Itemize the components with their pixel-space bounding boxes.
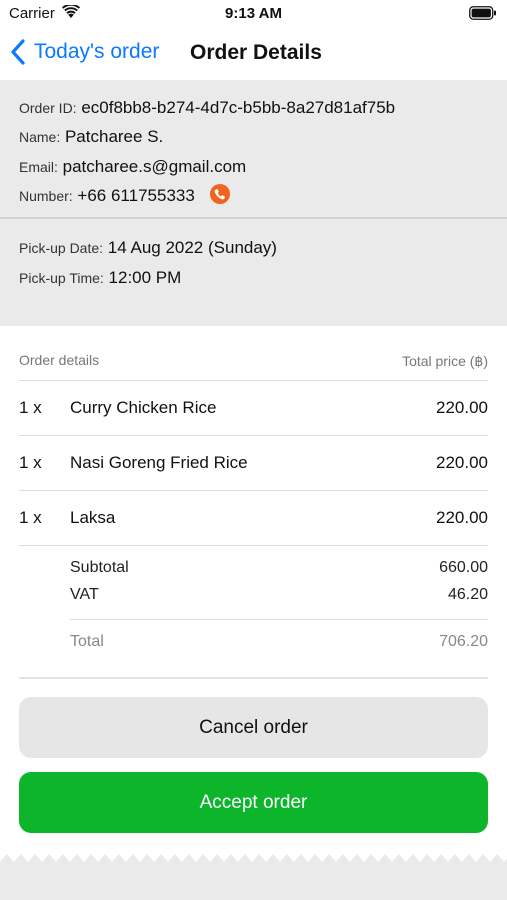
divider (19, 435, 488, 436)
divider (19, 380, 488, 381)
order-details-heading: Order details (19, 352, 100, 368)
divider (19, 490, 488, 491)
divider (19, 677, 488, 679)
pickup-time-row: Pick-up Time: 12:00 PM (19, 268, 181, 288)
subtotal-value: 660.00 (439, 559, 488, 576)
page-title: Order Details (190, 41, 322, 64)
receipt-edge-bottom (0, 854, 507, 900)
total-row: Total 706.20 (70, 633, 488, 651)
customer-number-label: Number: (19, 188, 73, 204)
total-price-heading: Total price (฿) (402, 353, 488, 369)
back-button[interactable]: Today's order (10, 39, 159, 65)
phone-call-icon[interactable] (209, 184, 230, 204)
order-id-label: Order ID: (19, 100, 77, 116)
pickup-date-label: Pick-up Date: (19, 240, 104, 256)
pickup-time-value: 12:00 PM (108, 268, 182, 287)
customer-number-row: Number: +66 611755333 (19, 184, 230, 206)
status-bar: Carrier 9:13 AM (0, 0, 507, 28)
item-quantity: 1 x (19, 453, 42, 472)
pickup-date-row: Pick-up Date: 14 Aug 2022 (Sunday) (19, 238, 277, 258)
cancel-order-button[interactable]: Cancel order (19, 697, 488, 758)
vat-row: VAT 46.20 (70, 586, 488, 604)
subtotal-row: Subtotal 660.00 (70, 559, 488, 577)
info-divider (0, 217, 507, 219)
item-quantity: 1 x (19, 398, 42, 417)
item-price: 220.00 (436, 398, 488, 417)
item-name: Laksa (70, 508, 116, 527)
vat-value: 46.20 (447, 586, 488, 603)
item-price: 220.00 (436, 508, 488, 527)
item-name: Curry Chicken Rice (70, 398, 217, 417)
vat-label: VAT (70, 586, 99, 603)
accept-order-button[interactable]: Accept order (19, 772, 488, 833)
customer-email-label: Email: (19, 159, 58, 175)
order-id-value: ec0f8bb8-b274-4d7c-b5bb-8a27d81af75b (81, 98, 396, 117)
status-time: 9:13 AM (225, 5, 282, 22)
battery-icon (469, 6, 496, 20)
customer-name-row: Name: Patcharee S. (19, 127, 163, 147)
subtotal-label: Subtotal (70, 559, 129, 576)
order-id-row: Order ID: ec0f8bb8-b274-4d7c-b5bb-8a27d8… (19, 98, 395, 118)
receipt-edge-top (0, 312, 507, 324)
total-value: 706.20 (439, 633, 488, 650)
chevron-left-icon (11, 39, 25, 65)
customer-email-row: Email: patcharee.s@gmail.com (19, 157, 246, 177)
customer-number-value[interactable]: +66 611755333 (77, 186, 194, 205)
divider (70, 619, 488, 620)
item-quantity: 1 x (19, 508, 42, 527)
order-details-header: Order details Total price (฿) (19, 352, 488, 369)
customer-name-label: Name: (19, 129, 61, 145)
pickup-time-label: Pick-up Time: (19, 270, 104, 286)
navigation-bar: Today's order Order Details (0, 30, 507, 78)
customer-name-value: Patcharee S. (64, 127, 164, 146)
divider (19, 545, 488, 546)
order-info-section: Order ID: ec0f8bb8-b274-4d7c-b5bb-8a27d8… (0, 80, 507, 326)
item-price: 220.00 (436, 453, 488, 472)
item-name: Nasi Goreng Fried Rice (70, 453, 248, 472)
customer-email-value: patcharee.s@gmail.com (62, 157, 247, 176)
back-button-label: Today's order (34, 40, 160, 63)
pickup-date-value: 14 Aug 2022 (Sunday) (107, 238, 277, 257)
total-label: Total (70, 633, 104, 650)
